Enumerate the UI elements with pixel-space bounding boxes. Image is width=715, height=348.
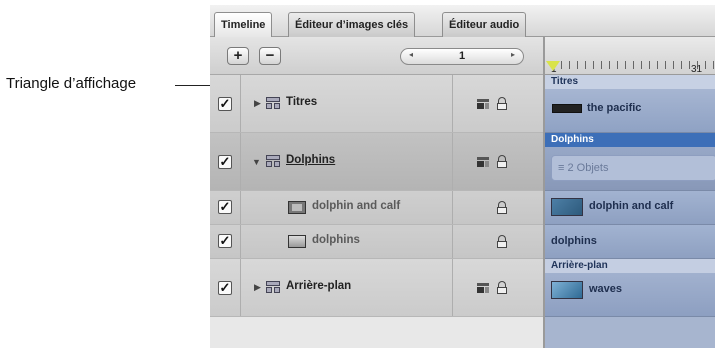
layer-toolbar: + − ◂ 1 ▸ bbox=[210, 37, 543, 75]
layer-enable-checkbox[interactable]: ✓ bbox=[218, 155, 232, 169]
clip-name: 2 Objets bbox=[567, 162, 609, 174]
layer-row-dolphin-and-calf[interactable]: ✓ dolphin and calf bbox=[210, 191, 543, 225]
clip-thumbnail bbox=[551, 281, 583, 299]
layer-group-icon bbox=[266, 97, 281, 109]
layer-name[interactable]: Titres bbox=[286, 96, 317, 108]
layer-row-arriere-plan[interactable]: ✓ ▶ Arrière-plan bbox=[210, 259, 543, 317]
mask-icon[interactable] bbox=[477, 283, 489, 293]
ruler-label-31: 31 bbox=[691, 64, 703, 75]
tab-audio-editor[interactable]: Éditeur audio bbox=[442, 12, 527, 37]
add-layer-button[interactable]: + bbox=[227, 47, 249, 65]
lock-icon[interactable] bbox=[497, 97, 507, 110]
layer-enable-checkbox[interactable]: ✓ bbox=[218, 97, 232, 111]
clip-collapsed-objects[interactable]: ≡ 2 Objets bbox=[551, 155, 715, 181]
layer-name[interactable]: dolphins bbox=[312, 234, 360, 246]
timeline-panel: Timeline Éditeur d’images clés Éditeur a… bbox=[210, 5, 715, 348]
layer-row-dolphins-image[interactable]: ✓ dolphins bbox=[210, 225, 543, 259]
video-layer-icon bbox=[288, 201, 306, 214]
tab-keyframe-editor[interactable]: Éditeur d’images clés bbox=[288, 12, 416, 37]
playhead-icon[interactable] bbox=[546, 61, 560, 71]
layer-group-icon bbox=[266, 281, 281, 293]
lock-icon[interactable] bbox=[497, 155, 507, 168]
image-layer-icon bbox=[288, 235, 306, 248]
disclosure-triangle-down-icon[interactable]: ▼ bbox=[252, 157, 261, 167]
disclosure-triangle-right-icon[interactable]: ▶ bbox=[254, 282, 261, 293]
layer-name[interactable]: dolphin and calf bbox=[312, 200, 400, 212]
layer-name[interactable]: Arrière-plan bbox=[286, 280, 351, 292]
lock-icon[interactable] bbox=[497, 235, 507, 248]
stepper-next-arrow[interactable]: ▸ bbox=[511, 50, 515, 59]
mask-icon[interactable] bbox=[477, 99, 489, 109]
lock-icon[interactable] bbox=[497, 201, 507, 214]
track-dolphins-image[interactable]: dolphins bbox=[545, 225, 715, 259]
layer-enable-checkbox[interactable]: ✓ bbox=[218, 234, 232, 248]
callout-label: Triangle d’affichage bbox=[6, 75, 137, 92]
tab-bar: Timeline Éditeur d’images clés Éditeur a… bbox=[210, 5, 715, 38]
track-dolphin-and-calf[interactable]: dolphin and calf bbox=[545, 191, 715, 225]
timeline-track-area[interactable]: Titres the pacific Dolphins ≡ 2 Objets d… bbox=[545, 75, 715, 348]
track-header: Titres bbox=[545, 75, 715, 89]
clip-thumbnail bbox=[552, 104, 582, 113]
layer-group-icon bbox=[266, 155, 281, 167]
time-ruler[interactable]: 1 31 bbox=[545, 37, 715, 75]
layer-enable-checkbox[interactable]: ✓ bbox=[218, 281, 232, 295]
tab-timeline[interactable]: Timeline bbox=[214, 12, 273, 38]
disclosure-triangle-right-icon[interactable]: ▶ bbox=[254, 98, 261, 109]
track-titres[interactable]: Titres the pacific bbox=[545, 75, 715, 133]
remove-layer-button[interactable]: − bbox=[259, 47, 281, 65]
clip-name[interactable]: the pacific bbox=[581, 102, 715, 114]
clip-name[interactable]: dolphin and calf bbox=[583, 200, 715, 212]
layer-row-dolphins[interactable]: ✓ ▼ Dolphins bbox=[210, 133, 543, 191]
track-header: Dolphins bbox=[545, 133, 715, 147]
frame-value: 1 bbox=[458, 50, 466, 62]
frame-stepper[interactable]: ◂ 1 ▸ bbox=[400, 48, 524, 65]
clip-name[interactable]: dolphins bbox=[545, 235, 715, 247]
layers-list: ✓ ▶ Titres ✓ ▼ Dolphins ✓ dolphin and ca… bbox=[210, 75, 543, 317]
layer-enable-checkbox[interactable]: ✓ bbox=[218, 200, 232, 214]
lock-icon[interactable] bbox=[497, 281, 507, 294]
clip-thumbnail bbox=[551, 198, 583, 216]
clip-name[interactable]: waves bbox=[583, 283, 715, 295]
layer-row-titres[interactable]: ✓ ▶ Titres bbox=[210, 75, 543, 133]
mask-icon[interactable] bbox=[477, 157, 489, 167]
track-dolphins[interactable]: Dolphins ≡ 2 Objets bbox=[545, 133, 715, 191]
layer-name[interactable]: Dolphins bbox=[286, 154, 335, 166]
track-arriere-plan[interactable]: Arrière-plan waves bbox=[545, 259, 715, 317]
track-header: Arrière-plan bbox=[545, 259, 715, 273]
